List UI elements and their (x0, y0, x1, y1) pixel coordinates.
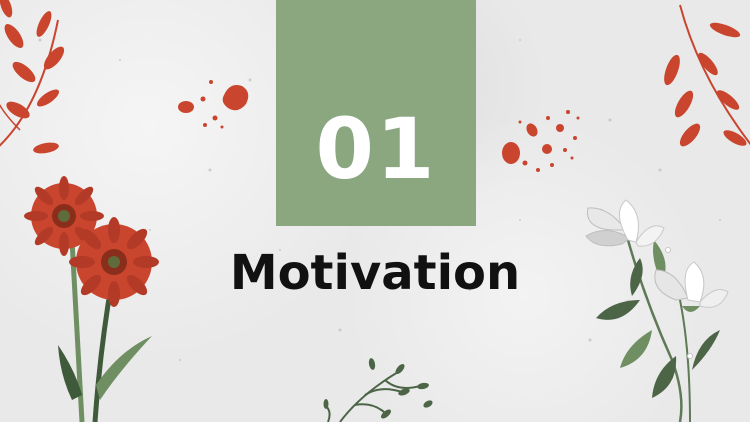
green-sprig-bottom-center (323, 358, 433, 422)
red-leaf-branch-top-right (664, 4, 750, 147)
slide-canvas: 01 Motivation (0, 0, 750, 422)
red-splatter-left (178, 80, 249, 129)
red-splatter-right (502, 110, 580, 172)
red-gerbera-flowers (24, 176, 159, 422)
gerbera-flower-2 (69, 217, 159, 307)
white-magnolia-flowers (585, 199, 729, 422)
magnolia-flower-1 (585, 199, 665, 247)
magnolia-flower-2 (654, 261, 729, 312)
section-title: Motivation (229, 245, 521, 301)
gerbera-flower-1 (24, 176, 104, 256)
red-leaf-branch-top-left (0, 0, 65, 154)
section-number: 01 (315, 100, 437, 198)
